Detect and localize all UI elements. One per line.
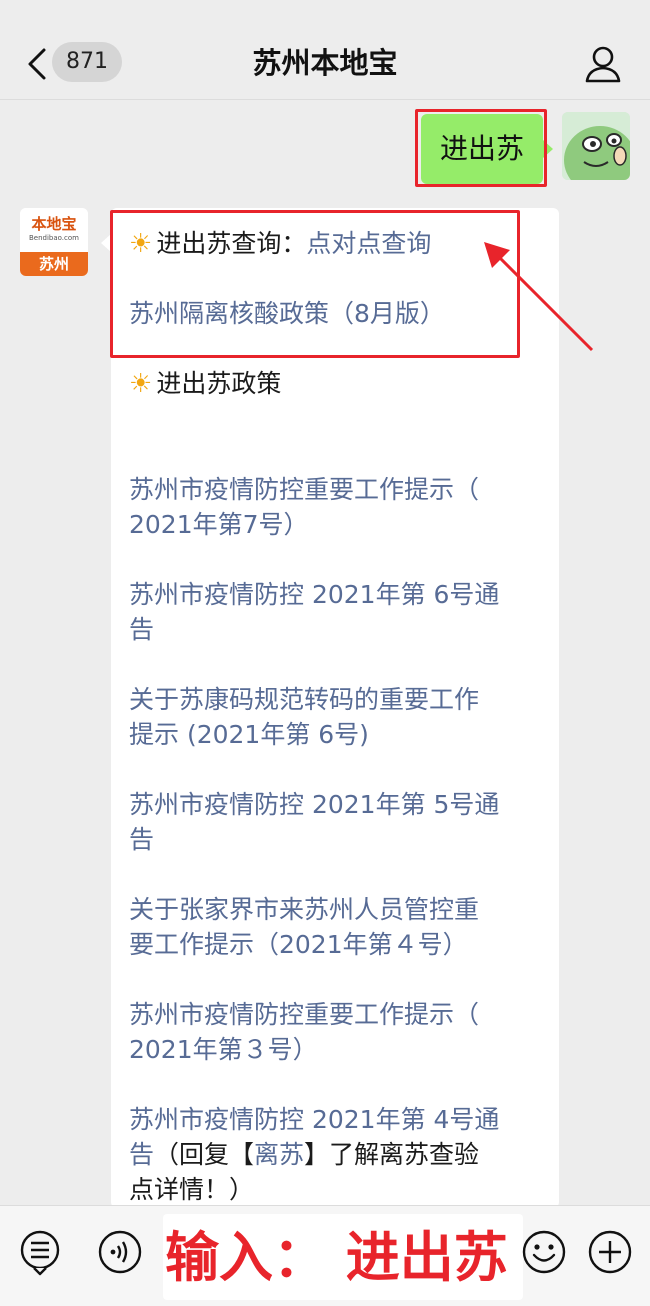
policy-link-line1: 苏州市疫情防控重要工作提示（ (129, 475, 480, 504)
policy-link-line2: 告 (129, 615, 155, 644)
policy-link[interactable]: 苏州市疫情防控 2021年第 6号通 告 (129, 577, 549, 647)
leave-suzhou-keyword-link[interactable]: 离苏 (254, 1140, 304, 1169)
voice-icon (98, 1230, 142, 1274)
menu-list-icon (20, 1230, 60, 1276)
chat-header: 871 苏州本地宝 (0, 0, 650, 100)
official-account-avatar[interactable]: 本地宝 Bendibao.com 苏州 (20, 208, 88, 276)
sent-message-bubble[interactable]: 进出苏 (421, 114, 553, 184)
sun-icon: ☀ (129, 229, 153, 259)
user-avatar[interactable] (562, 112, 630, 180)
policy-link[interactable]: 苏州市疫情防控 2021年第 5号通 告 (129, 787, 549, 857)
policy-link-line2: 2021年第7号） (129, 510, 309, 539)
received-message-bubble: ☀ 进出苏查询：点对点查询 苏州隔离核酸政策（8月版） ☀ 进出苏政策 苏州市疫情防… (101, 208, 559, 1208)
input-bar: 输入： 进出苏 (0, 1205, 650, 1306)
policy-link[interactable]: 苏州市疫情防控重要工作提示（ 2021年第7号） (129, 472, 549, 542)
account-logo: 本地宝 Bendibao.com (20, 208, 88, 252)
plus-icon (588, 1230, 632, 1274)
policy-link-line2: 2021年第３号） (129, 1035, 318, 1064)
logo-name: 本地宝 (31, 215, 77, 233)
policy-link[interactable]: 关于苏康码规范转码的重要工作 提示 (2021年第 6号) (129, 682, 549, 752)
logo-url: Bendibao.com (28, 234, 79, 242)
quarantine-policy-link[interactable]: 苏州隔离核酸政策（8月版） (129, 296, 549, 331)
profile-button[interactable] (584, 44, 622, 84)
message-input[interactable]: 输入： 进出苏 (163, 1214, 523, 1300)
more-button[interactable] (586, 1228, 634, 1276)
policy-link-line2[interactable]: 告 (129, 1140, 154, 1169)
point-to-point-query-link[interactable]: 点对点查询 (306, 229, 431, 258)
reply-hint-text: 点详情！） (129, 1175, 255, 1204)
policy-link-line1[interactable]: 苏州市疫情防控 2021年第 4号通 (129, 1102, 549, 1137)
policy-heading-line: ☀ 进出苏政策 (129, 366, 549, 402)
policy-link[interactable]: 苏州市疫情防控重要工作提示（ 2021年第３号） (129, 997, 549, 1067)
policy-link-line1: 苏州市疫情防控 2021年第 6号通 (129, 580, 500, 609)
reply-hint-text: （回复【 (154, 1140, 255, 1169)
policy-link-line1: 苏州市疫情防控 2021年第 5号通 (129, 790, 500, 819)
cartoon-avatar-icon (562, 112, 630, 180)
policy-link-line1: 关于苏康码规范转码的重要工作 (129, 685, 480, 714)
emoji-button[interactable] (520, 1228, 568, 1276)
policy-link-line2: 要工作提示（2021年第４号） (129, 930, 468, 959)
policy-link[interactable]: 关于张家界市来苏州人员管控重 要工作提示（2021年第４号） (129, 892, 549, 962)
policy-heading: 进出苏政策 (156, 369, 282, 398)
query-line: ☀ 进出苏查询：点对点查询 (129, 226, 549, 262)
profile-icon (585, 46, 621, 83)
last-policy-item: 苏州市疫情防控 2021年第 4号通 告（回复【离苏】了解离苏查验 点详情！） (129, 1102, 549, 1207)
logo-city: 苏州 (20, 252, 88, 276)
menu-button[interactable] (16, 1228, 64, 1276)
query-prefix: 进出苏查询： (156, 229, 307, 258)
voice-button[interactable] (96, 1228, 144, 1276)
reply-hint-text: 】了解离苏查验 (304, 1140, 480, 1169)
chat-title: 苏州本地宝 (252, 46, 398, 80)
emoji-icon (522, 1230, 566, 1274)
policy-link-line2: 提示 (2021年第 6号) (129, 720, 369, 749)
policy-link-line1: 苏州市疫情防控重要工作提示（ (129, 1000, 480, 1029)
sun-icon: ☀ (129, 369, 153, 399)
policy-link-line2: 告 (129, 825, 155, 854)
policy-link-line1: 关于张家界市来苏州人员管控重 (129, 895, 480, 924)
